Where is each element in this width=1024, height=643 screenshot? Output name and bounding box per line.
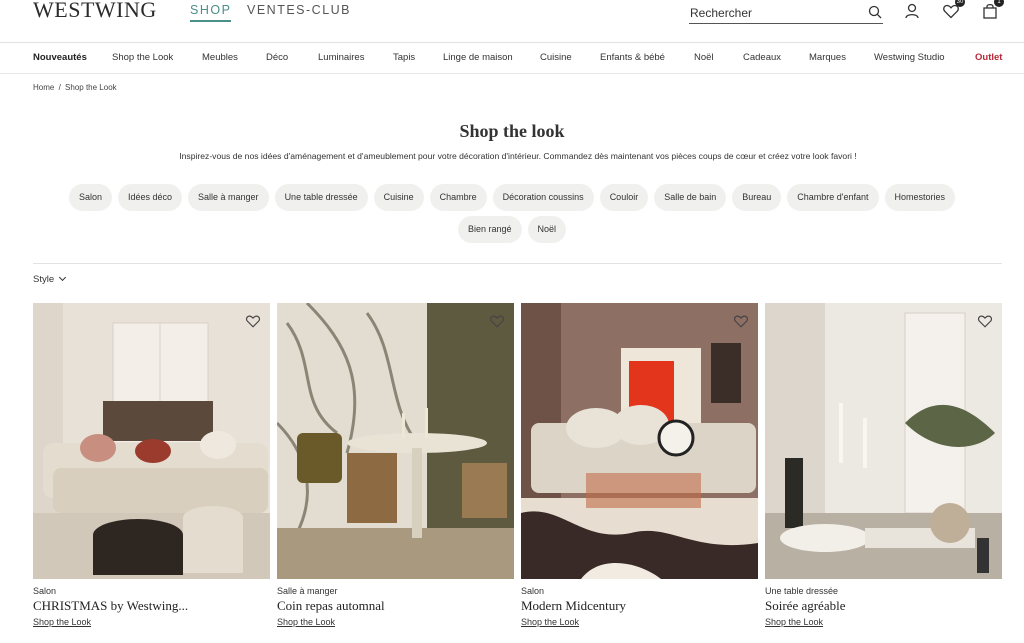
chip-chambre-enfant[interactable]: Chambre d'enfant [787,184,879,211]
heart-icon[interactable] [489,313,505,329]
page-subtitle: Inspirez-vous de nos idées d'aménagement… [179,151,857,161]
look-image-dining[interactable] [277,303,514,579]
breadcrumb-separator: / [58,83,61,92]
chevron-down-icon [59,273,67,282]
search-input[interactable] [689,0,854,22]
look-card[interactable]: Salle à manger Coin repas automnal Shop … [277,303,514,627]
midcentury-room-photo [521,303,758,579]
look-category: Salon [33,586,57,596]
nav-item-marques[interactable]: Marques [809,52,846,63]
breadcrumb-home[interactable]: Home [33,83,54,92]
nav-item-cadeaux[interactable]: Cadeaux [743,52,781,63]
shop-the-look-link[interactable]: Shop the Look [277,617,514,627]
nav-item-linge-de-maison[interactable]: Linge de maison [443,52,513,63]
breadcrumb-current: Shop the Look [65,83,117,92]
search-icon[interactable] [868,5,882,19]
chip-salle-a-manger[interactable]: Salle à manger [188,184,269,211]
tab-ventes-club[interactable]: VENTES-CLUB [247,3,351,17]
nav-item-enfants-bebe[interactable]: Enfants & bébé [600,52,665,63]
breadcrumb: Home / Shop the Look [33,83,119,92]
look-title[interactable]: Coin repas automnal [277,598,514,614]
nav-item-cuisine[interactable]: Cuisine [540,52,572,63]
cart-button[interactable]: 1 [981,0,1004,20]
living-room-photo [33,303,270,579]
shop-the-look-link[interactable]: Shop the Look [33,617,270,627]
look-image-midcentury[interactable] [521,303,758,579]
look-card[interactable]: Une table dressée Soirée agréable Shop t… [765,303,1002,627]
divider [33,263,1002,264]
look-title[interactable]: Modern Midcentury [521,598,758,614]
look-category: Salon [521,586,545,596]
style-filter-label: Style [33,274,55,285]
chip-couloir[interactable]: Couloir [599,184,649,211]
look-image-living-room[interactable] [33,303,270,579]
chip-salle-de-bain[interactable]: Salle de bain [654,184,727,211]
nav-item-outlet[interactable]: Outlet [975,52,1002,63]
cart-count-badge: 1 [994,0,1004,7]
nav-item-nouveautes[interactable]: Nouveautés [33,52,87,63]
room-filter-chips: Salon Idées déco Salle à manger Une tabl… [0,184,1024,243]
nav-item-westwing-studio[interactable]: Westwing Studio [874,52,945,63]
chip-une-table-dressee[interactable]: Une table dressée [274,184,368,211]
page-title: Shop the look [459,121,565,141]
wishlist-button[interactable]: 30 [942,0,965,20]
look-card[interactable]: Salon CHRISTMAS by Westwing... Shop the … [33,303,270,627]
look-title[interactable]: Soirée agréable [765,598,1002,614]
chip-salon[interactable]: Salon [68,184,112,211]
user-icon[interactable] [903,2,921,20]
chip-bien-range[interactable]: Bien rangé [457,216,522,243]
nav-item-luminaires[interactable]: Luminaires [318,52,364,63]
tab-shop[interactable]: SHOP [190,3,232,22]
look-card[interactable]: Salon Modern Midcentury Shop the Look [521,303,758,627]
chip-homestories[interactable]: Homestories [884,184,956,211]
search-bar [689,0,883,24]
nav-item-noel[interactable]: Noël [694,52,714,63]
shop-the-look-link[interactable]: Shop the Look [765,617,1002,627]
heart-icon[interactable] [977,313,993,329]
shop-the-look-link[interactable]: Shop the Look [521,617,758,627]
nav-item-deco[interactable]: Déco [266,52,288,63]
dining-room-photo [277,303,514,579]
dinner-table-photo [765,303,1002,579]
nav-item-shop-the-look[interactable]: Shop the Look [112,52,173,63]
chip-bureau[interactable]: Bureau [732,184,782,211]
category-nav: Nouveautés Shop the Look Meubles Déco Lu… [0,44,1024,74]
chip-noel[interactable]: Noël [527,216,567,243]
heart-icon[interactable] [733,313,749,329]
westwing-logo[interactable]: WESTWING [33,0,157,23]
heart-icon[interactable] [245,313,261,329]
look-image-table[interactable] [765,303,1002,579]
nav-item-meubles[interactable]: Meubles [202,52,238,63]
style-filter-dropdown[interactable]: Style [33,273,67,285]
chip-idees-deco[interactable]: Idées déco [117,184,183,211]
top-header: WESTWING SHOP VENTES-CLUB 30 1 [0,0,1024,43]
nav-item-tapis[interactable]: Tapis [393,52,415,63]
chip-cuisine[interactable]: Cuisine [373,184,424,211]
look-category: Une table dressée [765,586,839,596]
wishlist-count-badge: 30 [955,0,965,7]
look-category: Salle à manger [277,586,338,596]
look-title[interactable]: CHRISTMAS by Westwing... [33,598,270,614]
chip-chambre[interactable]: Chambre [429,184,487,211]
chip-decoration-coussins[interactable]: Décoration coussins [492,184,594,211]
